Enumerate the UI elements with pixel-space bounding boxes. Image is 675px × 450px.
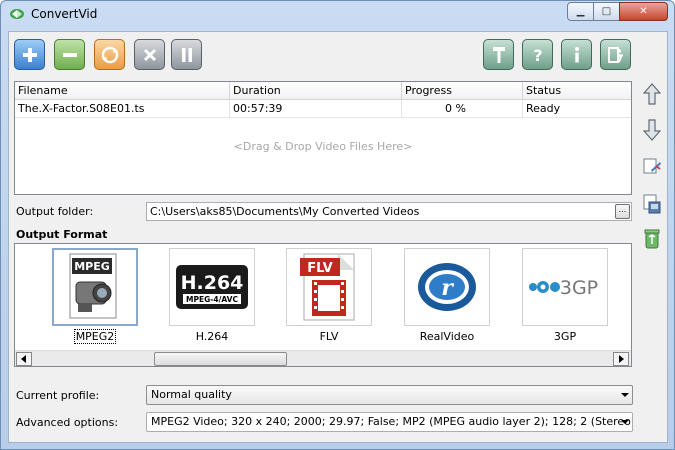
advanced-options-select[interactable]: MPEG2 Video; 320 x 240; 2000; 29.97; Fal… [146,412,633,432]
add-file-button[interactable] [14,39,45,70]
profile-value: Normal quality [151,388,232,401]
convert-icon [101,46,118,63]
realvideo-badge: r [441,275,454,301]
minimize-button[interactable]: ▁ [567,2,594,21]
file-list[interactable]: Filename Duration Progress Status The.X-… [14,81,632,195]
mpeg2-badge: MPEG [74,260,110,273]
stop-button[interactable] [134,39,165,70]
app-icon [10,9,24,19]
app-window: ConvertVid ▁ □ ✕ ? Filename Duration Pro… [0,0,675,450]
format-thumb-mpeg2: MPEG [52,248,138,326]
profile-label: Current profile: [16,389,100,402]
scroll-right-icon [619,355,624,363]
maximize-button[interactable]: □ [593,2,620,21]
scroll-left-icon [21,355,26,363]
realvideo-icon: r [418,263,476,311]
title-bar[interactable]: ConvertVid ▁ □ ✕ [1,1,674,27]
pause-button[interactable] [171,39,202,70]
chevron-down-icon [621,393,629,397]
output-folder-field[interactable]: C:\Users\aks85\Documents\My Converted Vi… [146,202,632,221]
window-title: ConvertVid [31,7,98,21]
move-down-button[interactable] [641,118,663,142]
flv-badge: FLV [307,261,332,276]
cell-duration: 00:57:39 [230,100,402,117]
recycle-bin-icon [644,229,660,249]
convert-button[interactable] [94,39,125,70]
properties-icon [643,194,661,214]
minimize-icon: ▁ [576,6,585,17]
advanced-options-value: MPEG2 Video; 320 x 240; 2000; 29.97; Fal… [151,415,632,428]
main-panel: ? Filename Duration Progress Status The.… [8,31,668,443]
remove-file-button[interactable] [54,39,85,70]
format-item-flv[interactable]: FLV FLV [286,248,372,343]
format-thumb-3gp: 3GP [522,248,608,326]
column-header-filename[interactable]: Filename [15,82,230,100]
browse-folder-button[interactable]: ... [615,204,630,219]
info-button[interactable] [561,39,592,70]
format-thumb-h264: H.264 MPEG-4/AVC [169,248,255,326]
h264-icon: H.264 MPEG-4/AVC [176,265,248,309]
table-row[interactable]: The.X-Factor.S08E01.ts 00:57:39 0 % Read… [15,100,631,118]
edit-file-button[interactable] [641,154,663,178]
format-label-h264: H.264 [195,330,229,343]
cell-status: Ready [526,102,561,115]
format-thumb-realvideo: r [404,248,490,326]
format-label-flv: FLV [319,330,339,343]
pause-icon [181,47,192,62]
output-folder-label: Output folder: [16,205,94,218]
column-header-duration[interactable]: Duration [230,82,402,100]
properties-button[interactable] [641,192,663,216]
cell-filename: The.X-Factor.S08E01.ts [15,100,230,117]
clear-list-button[interactable] [641,226,663,250]
profile-select[interactable]: Normal quality [146,385,633,405]
scroll-right-button[interactable] [613,352,629,366]
exit-button[interactable] [600,39,631,70]
format-item-realvideo[interactable]: r RealVideo [404,248,490,343]
add-icon [22,47,37,62]
exit-icon [607,46,623,63]
file-list-header: Filename Duration Progress Status [15,82,631,100]
close-button[interactable]: ✕ [619,2,668,21]
help-icon: ? [533,46,542,65]
format-item-3gp[interactable]: 3GP 3GP [522,248,608,343]
column-header-status[interactable]: Status [523,82,631,100]
arrow-down-icon [643,119,661,141]
flv-icon: FLV [300,253,355,321]
settings-button[interactable] [483,39,514,70]
svg-text:?: ? [533,46,542,65]
h264-sub-badge: MPEG-4/AVC [186,295,238,304]
close-icon: ✕ [639,6,648,17]
format-item-h264[interactable]: H.264 MPEG-4/AVC H.264 [169,248,255,343]
maximize-icon: □ [601,6,612,17]
3gp-badge: 3GP [560,277,598,299]
move-up-button[interactable] [641,82,663,106]
scroll-thumb[interactable] [154,352,287,366]
3gp-icon: 3GP [529,277,598,299]
output-format-title: Output Format [16,228,108,241]
drop-hint: <Drag & Drop Video Files Here> [233,140,413,153]
scroll-left-button[interactable] [16,352,32,366]
format-gallery[interactable]: MPEG MPEG2 H.264 MPEG-4/AVC H.264 FLV FL… [14,243,632,367]
tools-icon [492,46,505,63]
horizontal-scrollbar[interactable] [15,350,631,366]
remove-icon [62,52,77,57]
format-name-mpeg2: MPEG2 [73,329,117,344]
mpeg2-icon: MPEG [69,253,117,319]
h264-badge: H.264 [181,272,244,294]
column-header-progress[interactable]: Progress [402,82,523,100]
format-label-realvideo: RealVideo [419,330,475,343]
edit-document-icon [643,158,661,174]
info-icon [574,46,579,62]
stop-icon [143,48,156,61]
cell-progress: 0 % [402,100,523,117]
format-item-mpeg2[interactable]: MPEG MPEG2 [52,248,138,344]
arrow-up-icon [643,83,661,105]
chevron-down-icon [621,420,629,424]
advanced-options-label: Advanced options: [16,416,119,429]
format-thumb-flv: FLV [286,248,372,326]
help-button[interactable]: ? [522,39,553,70]
format-label-3gp: 3GP [553,330,577,343]
format-label-mpeg2: MPEG2 [52,329,138,344]
